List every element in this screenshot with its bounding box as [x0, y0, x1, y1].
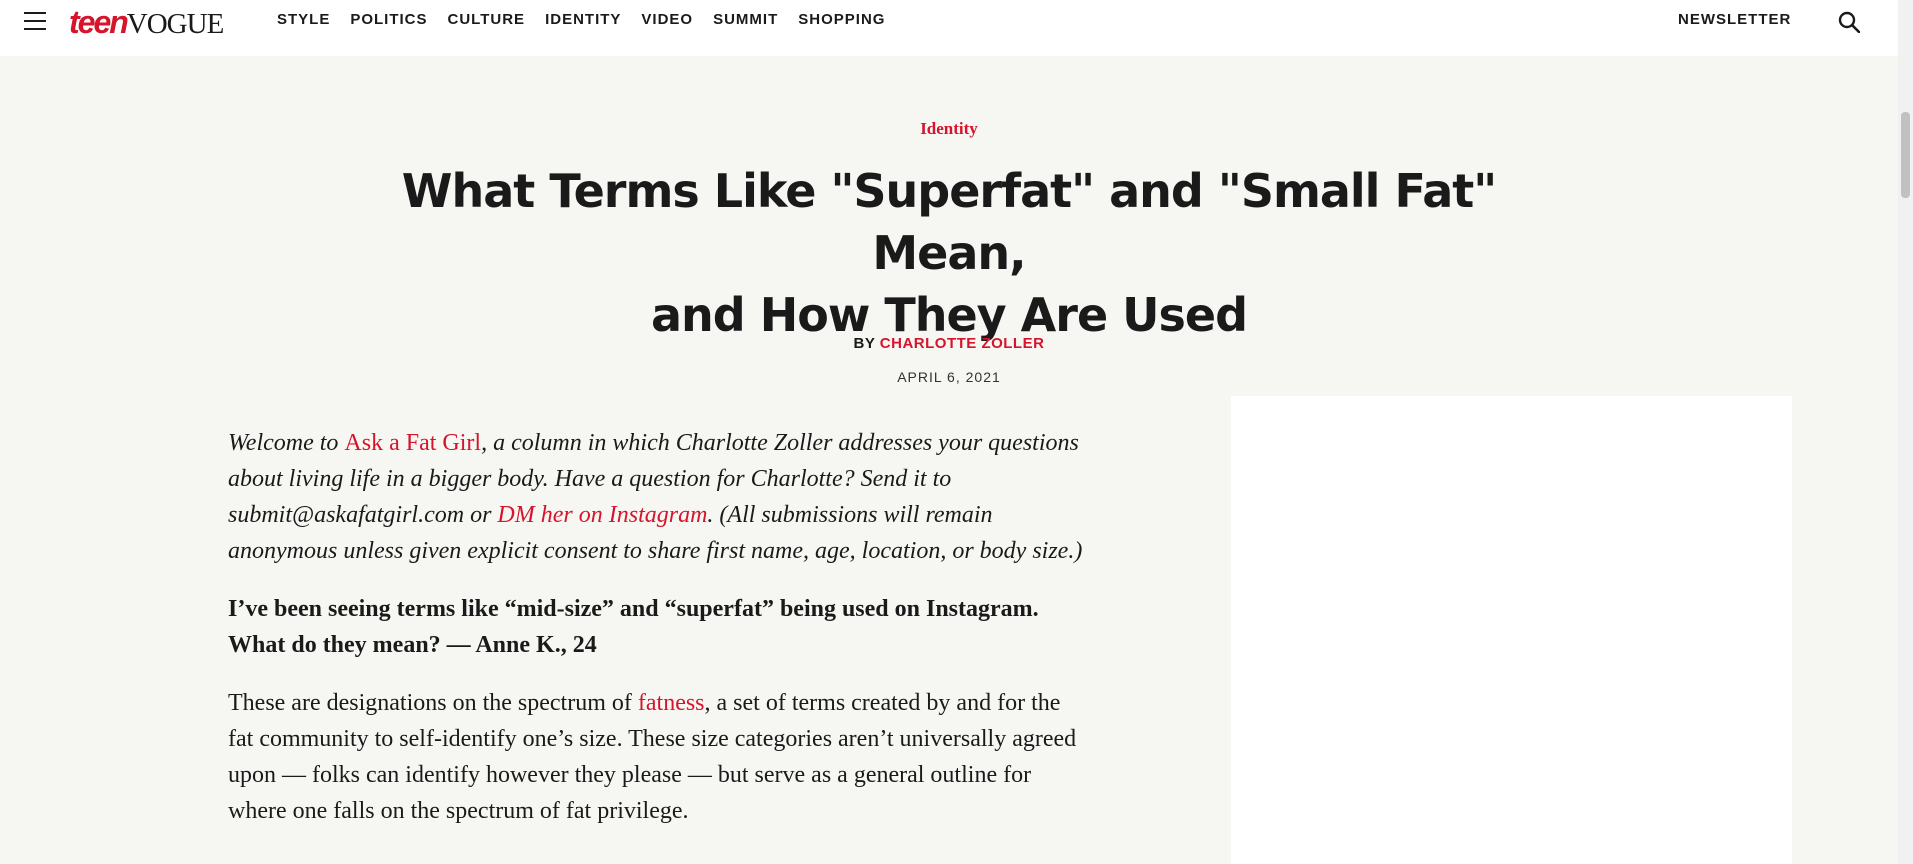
nav-video[interactable]: VIDEO	[641, 11, 693, 28]
answer-text-1: These are designations on the spectrum o…	[228, 690, 638, 716]
site-logo[interactable]: teen VOGUE	[69, 4, 224, 40]
article-title: What Terms Like "Superfat" and "Small Fa…	[349, 160, 1549, 346]
nav-culture[interactable]: CULTURE	[448, 11, 526, 28]
nav-politics[interactable]: POLITICS	[350, 11, 427, 28]
fatness-link[interactable]: fatness	[638, 690, 705, 716]
article-rubric: Identity	[0, 119, 1898, 139]
reader-question: I’ve been seeing terms like “mid-size” a…	[228, 596, 1039, 658]
title-line-1: What Terms Like "Superfat" and "Small Fa…	[401, 164, 1497, 280]
nav-identity[interactable]: IDENTITY	[545, 11, 621, 28]
intro-text-1: Welcome to	[228, 430, 345, 456]
intro-paragraph: Welcome to Ask a Fat Girl, a column in w…	[228, 425, 1083, 569]
rubric-link[interactable]: Identity	[920, 119, 978, 138]
menu-icon[interactable]	[24, 12, 46, 30]
instagram-dm-link[interactable]: DM her on Instagram	[497, 502, 707, 528]
main-nav: STYLE POLITICS CULTURE IDENTITY VIDEO SU…	[277, 11, 905, 28]
search-icon[interactable]	[1838, 11, 1860, 33]
publish-date: APRIL 6, 2021	[897, 369, 1001, 385]
logo-vogue: VOGUE	[126, 8, 224, 40]
logo-teen: teen	[69, 4, 129, 40]
nav-shopping[interactable]: SHOPPING	[798, 11, 885, 28]
scrollbar-thumb[interactable]	[1901, 112, 1910, 198]
answer-paragraph: These are designations on the spectrum o…	[228, 685, 1083, 829]
byline: BY CHARLOTTE ZOLLER	[0, 335, 1898, 352]
ad-placeholder	[1231, 396, 1792, 864]
top-navigation-bar: teen VOGUE STYLE POLITICS CULTURE IDENTI…	[0, 0, 1898, 56]
title-line-2: and How They Are Used	[650, 288, 1248, 342]
author-link[interactable]: CHARLOTTE ZOLLER	[880, 335, 1045, 352]
article-body: Welcome to Ask a Fat Girl, a column in w…	[228, 425, 1083, 851]
nav-style[interactable]: STYLE	[277, 11, 330, 28]
nav-summit[interactable]: SUMMIT	[713, 11, 778, 28]
newsletter-link[interactable]: NEWSLETTER	[1678, 11, 1791, 28]
byline-prefix: BY	[853, 335, 880, 352]
page-scrollbar[interactable]	[1898, 0, 1913, 864]
ask-a-fat-girl-link[interactable]: Ask a Fat Girl	[344, 430, 481, 456]
